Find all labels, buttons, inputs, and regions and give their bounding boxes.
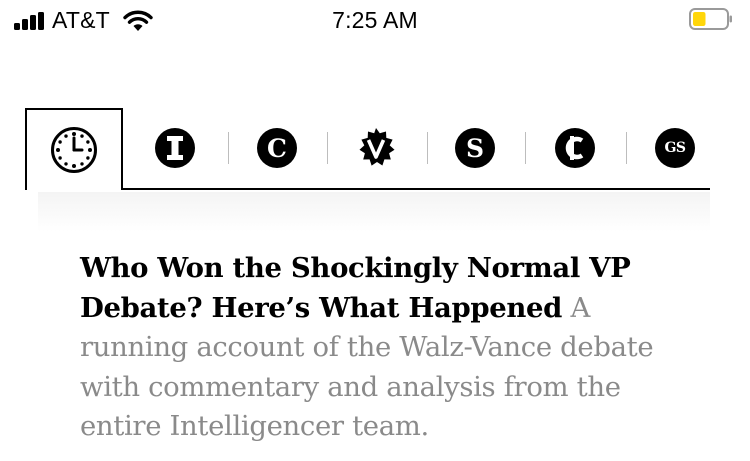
tab-curbed[interactable]: C	[257, 108, 297, 188]
clock-icon	[51, 127, 97, 173]
tab-bar-divider	[25, 188, 710, 190]
tab-the-cut[interactable]	[555, 108, 595, 188]
tab-separator	[327, 132, 328, 164]
tab-latest[interactable]	[25, 108, 123, 190]
the-cut-logo-icon	[555, 128, 595, 168]
vulture-logo-icon	[359, 128, 395, 166]
tab-separator	[228, 132, 229, 164]
curbed-logo-icon: C	[257, 128, 297, 168]
article-headline[interactable]: Who Won the Shockingly Normal VP Debate?…	[80, 252, 631, 324]
tab-separator	[525, 132, 526, 164]
intelligencer-logo-icon	[155, 128, 195, 168]
section-tab-bar: C S GS	[25, 108, 710, 190]
tab-strategist[interactable]: S	[455, 108, 495, 188]
tab-intelligencer[interactable]	[155, 108, 195, 188]
tab-separator	[626, 132, 627, 164]
status-bar: AT&T 7:25 AM	[0, 0, 750, 42]
article-teaser[interactable]: Who Won the Shockingly Normal VP Debate?…	[80, 249, 680, 447]
status-time: 7:25 AM	[332, 7, 418, 33]
grub-street-logo-icon: GS	[655, 128, 695, 168]
battery-icon	[689, 8, 732, 30]
tab-vulture[interactable]	[355, 108, 397, 188]
tab-grub-street[interactable]: GS	[655, 108, 695, 188]
tab-separator	[427, 132, 428, 164]
tab-shadow	[38, 192, 710, 232]
strategist-logo-icon: S	[455, 128, 495, 168]
